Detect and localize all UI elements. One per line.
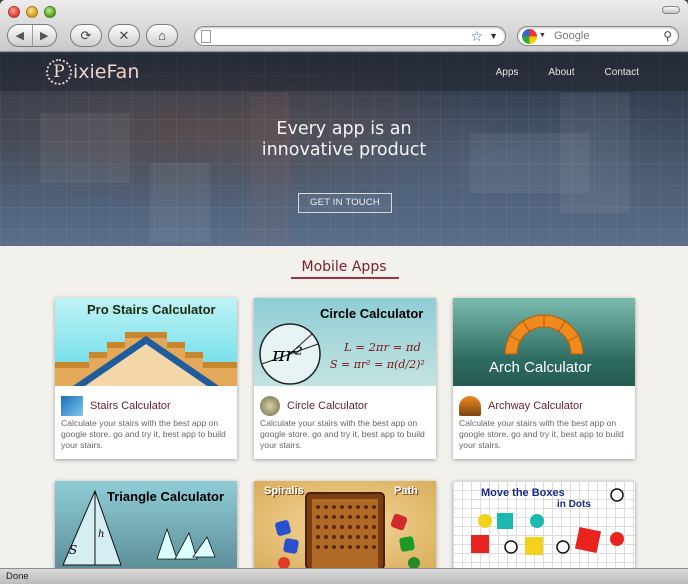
- app-banner-spiralis[interactable]: Spiralis Path: [254, 481, 436, 568]
- status-text: Done: [6, 571, 29, 582]
- main-nav: Apps About Contact: [496, 67, 639, 78]
- address-bar[interactable]: ☆ ▼: [194, 26, 506, 46]
- history-dropdown-icon[interactable]: ▼: [489, 31, 498, 41]
- app-banner-arch[interactable]: Arch Calculator: [453, 298, 635, 386]
- back-forward-buttons: ◀ ▶: [7, 24, 57, 47]
- back-arrow-icon: ◀: [15, 30, 24, 42]
- banner-title: Arch Calculator: [489, 359, 592, 376]
- app-card-archway[interactable]: Arch Calculator Archway Calculator Calcu…: [453, 298, 635, 459]
- toolbar-toggle-button[interactable]: [662, 6, 680, 14]
- engine-caret-icon: ▼: [539, 32, 546, 39]
- arch-app-icon: [459, 396, 481, 416]
- close-window-button[interactable]: [8, 6, 20, 18]
- search-icon[interactable]: ⚲: [663, 29, 672, 43]
- app-card-boxes[interactable]: Move the Boxes in Dots: [453, 481, 635, 568]
- page-viewport: P ixieFan Apps About Contact Every app i…: [0, 53, 688, 568]
- search-engine-icon[interactable]: [522, 29, 537, 44]
- boxes-illustration: [471, 488, 624, 555]
- search-placeholder: Google: [554, 30, 590, 42]
- forward-button[interactable]: ▶: [33, 25, 57, 46]
- app-banner-circle[interactable]: Circle Calculator πr² L = 2πr = πd S = π…: [254, 298, 436, 386]
- app-name[interactable]: Circle Calculator: [287, 400, 368, 412]
- minimize-window-button[interactable]: [26, 6, 38, 18]
- hero-headline: Every app is an innovative product: [0, 119, 688, 161]
- stop-button[interactable]: ✕: [108, 24, 140, 47]
- formula-circumference: L = 2πr = πd: [344, 340, 421, 354]
- app-description: Calculate your stairs with the best app …: [459, 418, 624, 450]
- get-in-touch-button[interactable]: GET IN TOUCH: [298, 193, 392, 213]
- stairs-illustration: [55, 332, 237, 386]
- stairs-app-icon: [61, 396, 83, 416]
- nav-contact[interactable]: Contact: [605, 67, 639, 78]
- app-card-spiralis[interactable]: Spiralis Path: [254, 481, 436, 568]
- triangle-illustration: [62, 489, 216, 566]
- app-description: Calculate your stairs with the best app …: [61, 418, 226, 450]
- app-card-circle[interactable]: Circle Calculator πr² L = 2πr = πd S = π…: [254, 298, 436, 459]
- logo-text: ixieFan: [73, 61, 140, 83]
- hero-headline-line-1: Every app is an: [276, 119, 412, 139]
- hero-section: P ixieFan Apps About Contact Every app i…: [0, 53, 688, 246]
- app-description: Calculate your stairs with the best app …: [260, 418, 425, 450]
- nav-about[interactable]: About: [548, 67, 574, 78]
- zoom-window-button[interactable]: [44, 6, 56, 18]
- back-button[interactable]: ◀: [8, 25, 33, 46]
- app-name[interactable]: Stairs Calculator: [90, 400, 171, 412]
- browser-toolbar: ◀ ▶ ⟳ ✕ ⌂ ☆ ▼ ▼ Google ⚲: [0, 0, 688, 52]
- reload-button[interactable]: ⟳: [70, 24, 102, 47]
- hero-headline-line-2: innovative product: [261, 140, 427, 160]
- status-bar: Done: [0, 568, 688, 584]
- logo-initial: P: [46, 59, 72, 85]
- site-logo[interactable]: P ixieFan: [46, 59, 139, 85]
- stop-x-icon: ✕: [118, 27, 130, 43]
- bookmark-star-icon[interactable]: ☆: [470, 28, 483, 45]
- app-banner-stairs[interactable]: Pro Stairs Calculator: [55, 298, 237, 386]
- triangle-label-s: S: [69, 543, 78, 557]
- app-card-triangle[interactable]: Triangle Calculator S h: [55, 481, 237, 568]
- window-controls: [8, 6, 56, 18]
- game-board-illustration: [275, 492, 420, 568]
- section-title: Mobile Apps: [301, 259, 387, 275]
- reload-icon: ⟳: [80, 27, 92, 43]
- page-icon: [201, 30, 211, 43]
- app-banner-boxes[interactable]: Move the Boxes in Dots: [453, 481, 635, 568]
- app-name[interactable]: Archway Calculator: [488, 400, 583, 412]
- search-field[interactable]: ▼ Google ⚲: [517, 26, 679, 46]
- forward-arrow-icon: ▶: [40, 30, 49, 42]
- nav-apps[interactable]: Apps: [496, 67, 519, 78]
- circle-app-icon: [260, 396, 280, 416]
- home-icon: ⌂: [158, 28, 166, 43]
- app-card-stairs[interactable]: Pro Stairs Calculator Stairs Calculator …: [55, 298, 237, 459]
- app-banner-triangle[interactable]: Triangle Calculator S h: [55, 481, 237, 568]
- formula-area: S = πr² = π(d/2)²: [330, 358, 425, 371]
- triangle-label-h: h: [98, 529, 105, 540]
- home-button[interactable]: ⌂: [146, 24, 178, 47]
- section-underline: [291, 277, 399, 279]
- pi-symbol: πr²: [272, 342, 303, 366]
